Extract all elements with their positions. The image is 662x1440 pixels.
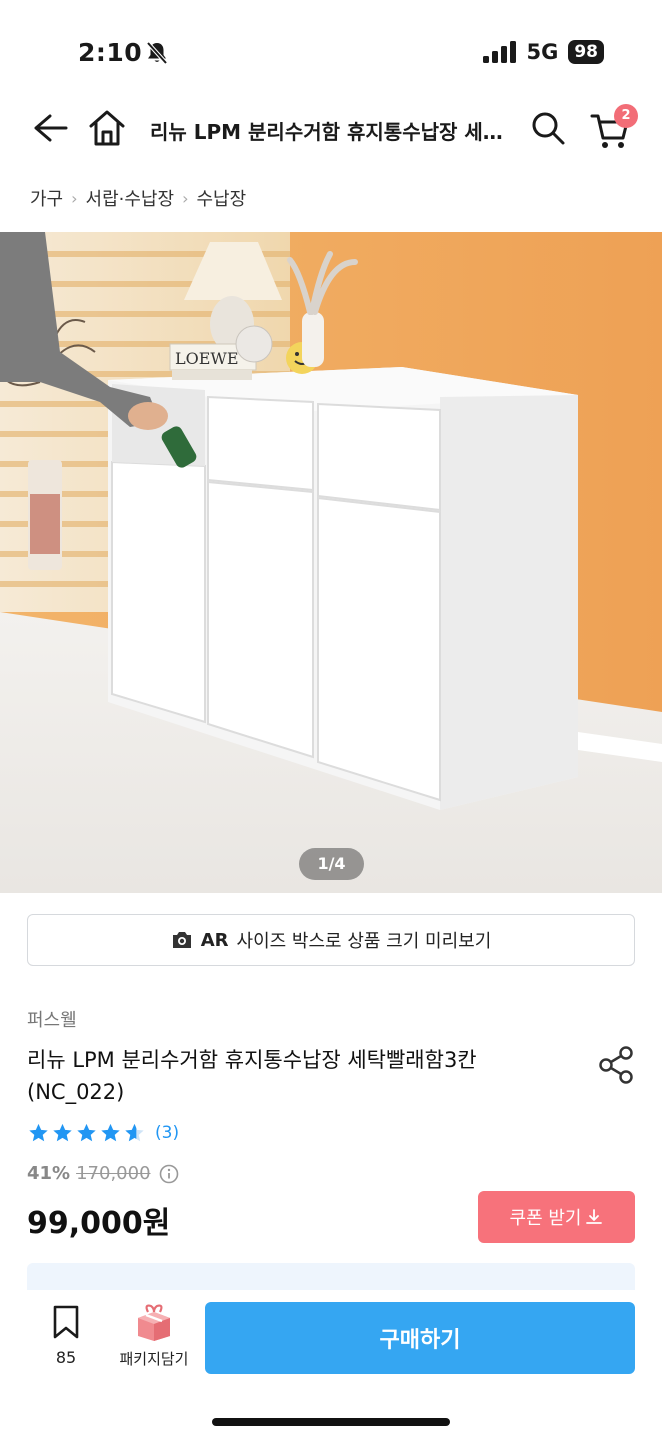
camera-icon bbox=[172, 932, 191, 948]
image-page-indicator: 1/4 bbox=[299, 848, 364, 880]
star-icon bbox=[29, 1123, 48, 1142]
bookmark-button[interactable]: 85 bbox=[40, 1304, 92, 1367]
product-image[interactable]: LOEWE 1/4 bbox=[0, 232, 662, 893]
product-photo: LOEWE bbox=[0, 232, 662, 893]
chevron-right-icon: › bbox=[182, 188, 189, 208]
battery-level: 98 bbox=[568, 40, 604, 64]
breadcrumb-item-drawer-storage[interactable]: 서랍·수납장 bbox=[86, 185, 175, 211]
status-bar: 2:10 5G 98 bbox=[0, 0, 662, 100]
cart-count-badge: 2 bbox=[614, 104, 638, 128]
book-title-text: LOEWE bbox=[175, 349, 239, 368]
download-icon bbox=[586, 1209, 603, 1224]
ar-size-preview-button[interactable]: AR 사이즈 박스로 상품 크기 미리보기 bbox=[27, 914, 635, 966]
star-half-icon bbox=[125, 1123, 144, 1142]
home-indicator[interactable] bbox=[212, 1418, 450, 1426]
back-arrow-icon[interactable] bbox=[30, 108, 70, 148]
star-rating bbox=[27, 1122, 146, 1144]
seller-name[interactable]: 퍼스웰 bbox=[27, 1006, 77, 1032]
ar-button-label: 사이즈 박스로 상품 크기 미리보기 bbox=[236, 931, 492, 952]
gift-box-icon bbox=[138, 1304, 170, 1341]
buy-button[interactable]: 구매하기 bbox=[205, 1302, 635, 1374]
home-icon[interactable] bbox=[87, 107, 127, 149]
sale-price: 99,000원 bbox=[27, 1206, 171, 1241]
discount-rate: 41% bbox=[27, 1163, 71, 1184]
ar-prefix: AR bbox=[200, 929, 229, 951]
network-type: 5G bbox=[526, 40, 559, 64]
rating[interactable]: (3) bbox=[27, 1122, 179, 1144]
search-icon[interactable] bbox=[530, 110, 566, 146]
coupon-button-label: 쿠폰 받기 bbox=[509, 1208, 582, 1229]
star-icon bbox=[77, 1123, 96, 1142]
chevron-right-icon: › bbox=[71, 188, 78, 208]
star-icon bbox=[53, 1123, 72, 1142]
breadcrumb: 가구 › 서랍·수납장 › 수납장 bbox=[30, 185, 246, 211]
bookmark-count: 85 bbox=[55, 1348, 77, 1367]
top-nav-bar: 리뉴 LPM 분리수거함 휴지통수납장 세탁빨래함3칸 2 bbox=[0, 100, 662, 162]
review-count[interactable]: (3) bbox=[155, 1123, 179, 1143]
discount-row: 41% 170,000 bbox=[27, 1163, 179, 1184]
bottom-action-bar: 85 패키지담기 구매하기 bbox=[0, 1290, 662, 1440]
original-price: 170,000 bbox=[76, 1163, 151, 1184]
page-title: 리뉴 LPM 분리수거함 휴지통수납장 세탁빨래함3칸 bbox=[150, 120, 510, 144]
breadcrumb-item-furniture[interactable]: 가구 bbox=[30, 185, 63, 211]
package-label: 패키지담기 bbox=[119, 1350, 189, 1368]
share-icon[interactable] bbox=[598, 1045, 636, 1085]
star-icon bbox=[101, 1123, 120, 1142]
coupon-download-button[interactable]: 쿠폰 받기 bbox=[478, 1191, 635, 1243]
package-add-button[interactable]: 패키지담기 bbox=[108, 1302, 200, 1369]
status-time: 2:10 bbox=[78, 38, 143, 67]
bookmark-icon bbox=[53, 1305, 79, 1339]
bell-muted-icon bbox=[146, 41, 168, 65]
product-name: 리뉴 LPM 분리수거함 휴지통수납장 세탁빨래함3칸 (NC_022) bbox=[27, 1048, 477, 1104]
info-icon[interactable] bbox=[159, 1164, 179, 1184]
signal-icon bbox=[483, 41, 517, 63]
breadcrumb-item-storage-cabinet[interactable]: 수납장 bbox=[196, 185, 246, 211]
